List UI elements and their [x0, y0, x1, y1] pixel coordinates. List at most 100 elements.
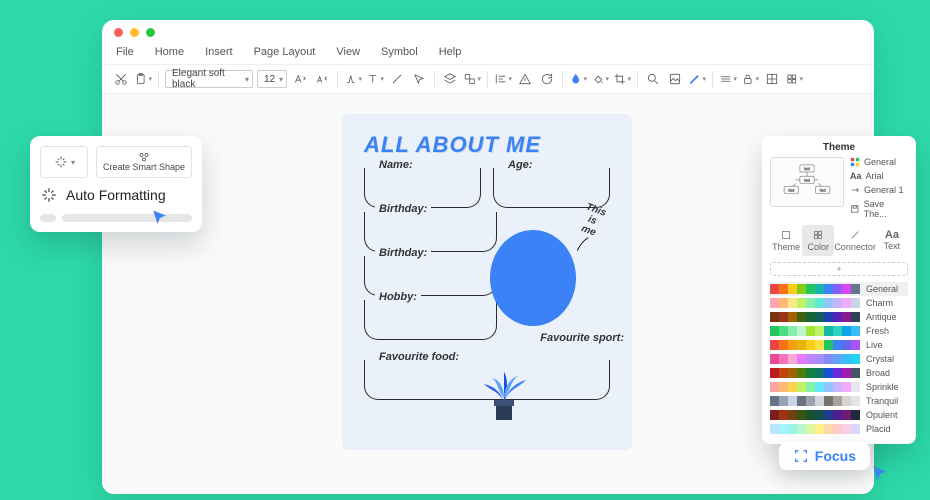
swatch-name: Fresh	[860, 326, 908, 336]
image-icon[interactable]	[666, 70, 684, 88]
swatch-row[interactable]: Broad	[770, 366, 908, 380]
field-name[interactable]: Name:	[364, 168, 481, 208]
paste-icon[interactable]	[134, 70, 152, 88]
theme-opt-arial[interactable]: AaArial	[850, 171, 908, 181]
swatch-row[interactable]: Antique	[770, 310, 908, 324]
label-age: Age:	[504, 159, 536, 171]
tab-color[interactable]: Color	[802, 225, 834, 256]
auto-format-popover: ▾ Create Smart Shape Auto Formatting	[30, 136, 202, 232]
menu-file[interactable]: File	[116, 46, 134, 58]
svg-text:text: text	[804, 167, 810, 171]
menu-bar: File Home Insert Page Layout View Symbol…	[102, 44, 874, 64]
group-icon[interactable]	[463, 70, 481, 88]
grid-icon[interactable]	[763, 70, 781, 88]
doc-title: ALL ABOUT ME	[364, 132, 610, 158]
stroke-style-icon[interactable]	[719, 70, 737, 88]
maximize-dot[interactable]	[146, 28, 155, 37]
text-tool-icon[interactable]	[366, 70, 384, 88]
document[interactable]: ALL ABOUT ME Name: Age: Birthday: Birthd…	[342, 114, 632, 450]
font-family-select[interactable]: Elegant soft black	[165, 70, 253, 88]
menu-view[interactable]: View	[336, 46, 360, 58]
decrease-font-icon[interactable]	[313, 70, 331, 88]
lock-icon[interactable]	[741, 70, 759, 88]
swatch-name: Broad	[860, 368, 908, 378]
create-smart-shape-label: Create Smart Shape	[103, 163, 185, 173]
minimize-dot[interactable]	[130, 28, 139, 37]
auto-formatting-label: Auto Formatting	[66, 187, 166, 203]
field-hobby[interactable]: Hobby:	[364, 300, 497, 340]
plant-illustration	[476, 348, 532, 422]
tab-connector[interactable]: Connector	[834, 225, 876, 256]
close-dot[interactable]	[114, 28, 123, 37]
select-tool-icon[interactable]	[410, 70, 428, 88]
create-smart-shape-button[interactable]: Create Smart Shape	[96, 146, 192, 178]
swatch-row[interactable]: Charm	[770, 296, 908, 310]
swatch-row[interactable]: Live	[770, 338, 908, 352]
label-favsport: Favourite sport:	[540, 332, 624, 344]
swatch-list: GeneralCharm Antique Fresh Live Crystal Broad…	[770, 282, 908, 436]
add-theme-button[interactable]: +	[770, 262, 908, 276]
swatch-row[interactable]: Opulent	[770, 408, 908, 422]
swatch-name: Sprinkle	[860, 382, 908, 392]
rotate-icon[interactable]	[538, 70, 556, 88]
svg-text:text: text	[820, 188, 826, 192]
theme-panel: Theme text text text text General AaAria…	[762, 136, 916, 444]
increase-font-icon[interactable]	[291, 70, 309, 88]
canvas[interactable]: ALL ABOUT ME Name: Age: Birthday: Birthd…	[102, 94, 874, 494]
arrow-icon	[570, 234, 592, 256]
swatch-name: Placid	[860, 424, 908, 434]
search-icon[interactable]	[644, 70, 662, 88]
menu-page-layout[interactable]: Page Layout	[254, 46, 316, 58]
align-left-icon[interactable]	[494, 70, 512, 88]
label-favfood: Favourite food:	[375, 351, 463, 363]
menu-home[interactable]: Home	[155, 46, 184, 58]
theme-opt-general1[interactable]: General 1	[850, 185, 908, 195]
spark-icon	[40, 186, 58, 204]
line-tool-icon[interactable]	[388, 70, 406, 88]
window-titlebar	[102, 20, 874, 44]
field-birthday[interactable]: Birthday:	[364, 212, 497, 252]
swatch-name: Antique	[860, 312, 908, 322]
swatch-row[interactable]: Fresh	[770, 324, 908, 338]
focus-icon	[793, 448, 809, 464]
focus-button[interactable]: Focus	[779, 442, 870, 470]
fill-tool-icon[interactable]	[591, 70, 609, 88]
more-options-icon[interactable]	[785, 70, 803, 88]
smart-spark-button[interactable]: ▾	[40, 146, 88, 178]
tab-theme[interactable]: Theme	[770, 225, 802, 256]
focus-label: Focus	[815, 448, 856, 464]
line-color-icon[interactable]	[688, 70, 706, 88]
label-hobby: Hobby:	[375, 291, 421, 303]
svg-text:text: text	[788, 188, 794, 192]
swatch-row[interactable]: Tranquil	[770, 394, 908, 408]
warning-icon[interactable]	[516, 70, 534, 88]
swatch-name: Opulent	[860, 410, 908, 420]
theme-opt-save[interactable]: Save The...	[850, 199, 908, 219]
swatch-row[interactable]: Sprinkle	[770, 380, 908, 394]
svg-text:text: text	[804, 178, 810, 182]
swatch-row[interactable]: Crystal	[770, 352, 908, 366]
theme-preview[interactable]: text text text text	[770, 157, 844, 207]
swatch-name: Crystal	[860, 354, 908, 364]
layers-icon[interactable]	[441, 70, 459, 88]
menu-help[interactable]: Help	[439, 46, 462, 58]
me-photo-placeholder[interactable]	[490, 230, 576, 326]
font-size-select[interactable]: 12	[257, 70, 287, 88]
swatch-row[interactable]: Placid	[770, 422, 908, 436]
app-window: File Home Insert Page Layout View Symbol…	[102, 20, 874, 494]
label-birthday: Birthday:	[375, 203, 431, 215]
swatch-name: Live	[860, 340, 908, 350]
cursor-icon	[150, 208, 170, 228]
theme-opt-general[interactable]: General	[850, 157, 908, 167]
fill-color-icon[interactable]	[569, 70, 587, 88]
menu-symbol[interactable]: Symbol	[381, 46, 418, 58]
font-options-icon[interactable]	[344, 70, 362, 88]
swatch-row[interactable]: General	[770, 282, 908, 296]
label-name: Name:	[375, 159, 417, 171]
swatch-name: Tranquil	[860, 396, 908, 406]
menu-insert[interactable]: Insert	[205, 46, 233, 58]
tab-text[interactable]: AaText	[876, 225, 908, 256]
field-birthday2[interactable]: Birthday:	[364, 256, 497, 296]
crop-icon[interactable]	[613, 70, 631, 88]
theme-panel-title: Theme	[770, 142, 908, 153]
